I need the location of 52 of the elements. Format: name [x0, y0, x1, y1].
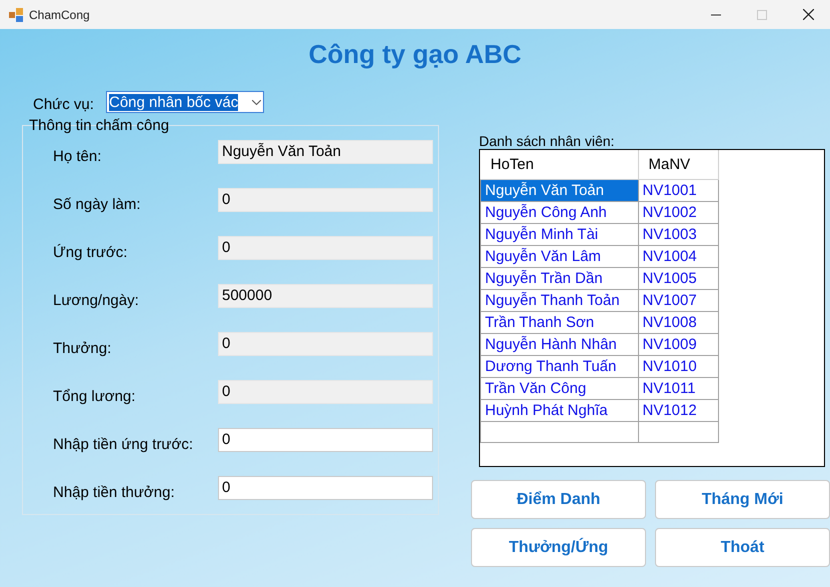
input-field[interactable]: 0	[218, 428, 433, 452]
table-cell[interactable]: NV1007	[638, 290, 718, 312]
table-cell[interactable]: Nguyễn Hành Nhân	[480, 334, 638, 356]
field-label: Nhập tiền ứng trước:	[52, 434, 194, 452]
action-button[interactable]: Thưởng/Ứng	[471, 528, 646, 567]
input-field[interactable]: 0	[218, 476, 433, 500]
field-label: Tổng lương:	[52, 386, 136, 404]
table-cell[interactable]: NV1003	[638, 224, 718, 246]
table-cell[interactable]: NV1002	[638, 202, 718, 224]
input-field[interactable]: 0	[218, 236, 433, 260]
chevron-down-icon[interactable]	[252, 100, 261, 104]
input-field[interactable]: Nguyễn Văn Toản	[218, 140, 433, 164]
field-label: Số ngày làm:	[52, 194, 142, 212]
action-button[interactable]: Tháng Mới	[655, 480, 830, 519]
position-dropdown[interactable]: Công nhân bốc vác	[106, 91, 264, 113]
group-title: Thông tin chấm công	[29, 117, 170, 134]
table-cell[interactable]: NV1001	[638, 180, 718, 202]
field-label: Ứng trước:	[52, 242, 128, 260]
company-heading: Công ty gạo ABC	[308, 38, 522, 71]
table-cell[interactable]: Nguyễn Văn Lâm	[480, 246, 638, 268]
field-label: Nhập tiền thưởng:	[52, 482, 176, 500]
input-field[interactable]: 0	[218, 188, 433, 212]
close-icon[interactable]	[803, 9, 814, 20]
window-title: ChamCong	[29, 8, 90, 22]
table-cell[interactable]: Trần Thanh Sơn	[480, 312, 638, 334]
field-label: Lương/ngày:	[52, 290, 140, 308]
action-button[interactable]: Thoát	[655, 528, 830, 567]
table-cell[interactable]: Nguyễn Thanh Toản	[480, 290, 638, 312]
table-cell[interactable]: NV1010	[638, 356, 718, 378]
table-cell[interactable]: NV1011	[638, 378, 718, 400]
input-field[interactable]: 0	[218, 332, 433, 356]
field-label: Thưởng:	[52, 338, 112, 356]
app-icon	[9, 8, 23, 22]
table-cell[interactable]: NV1005	[638, 268, 718, 290]
table-cell[interactable]: Trần Văn Công	[480, 378, 638, 400]
table-cell[interactable]: Huỳnh Phát Nghĩa	[480, 400, 638, 422]
table-cell[interactable]: NV1012	[638, 400, 718, 422]
field-label: Họ tên:	[52, 146, 102, 164]
table-cell[interactable]: Nguyễn Công Anh	[480, 202, 638, 224]
column-header[interactable]: MaNV	[638, 150, 718, 180]
table-cell[interactable]: Nguyễn Trần Dần	[480, 268, 638, 290]
input-field[interactable]: 500000	[218, 284, 433, 308]
table-cell[interactable]: Nguyễn Văn Toản	[480, 180, 638, 202]
input-field[interactable]: 0	[218, 380, 433, 404]
table-cell[interactable]: NV1008	[638, 312, 718, 334]
table-cell[interactable]: NV1004	[638, 246, 718, 268]
action-button[interactable]: Điểm Danh	[471, 480, 646, 519]
table-cell[interactable]: NV1009	[638, 334, 718, 356]
table-cell[interactable]: Nguyễn Minh Tài	[480, 224, 638, 246]
list-label: Danh sách nhân viên:	[479, 133, 616, 149]
table-cell[interactable]: Dương Thanh Tuấn	[480, 356, 638, 378]
position-label: Chức vụ:	[33, 95, 95, 113]
